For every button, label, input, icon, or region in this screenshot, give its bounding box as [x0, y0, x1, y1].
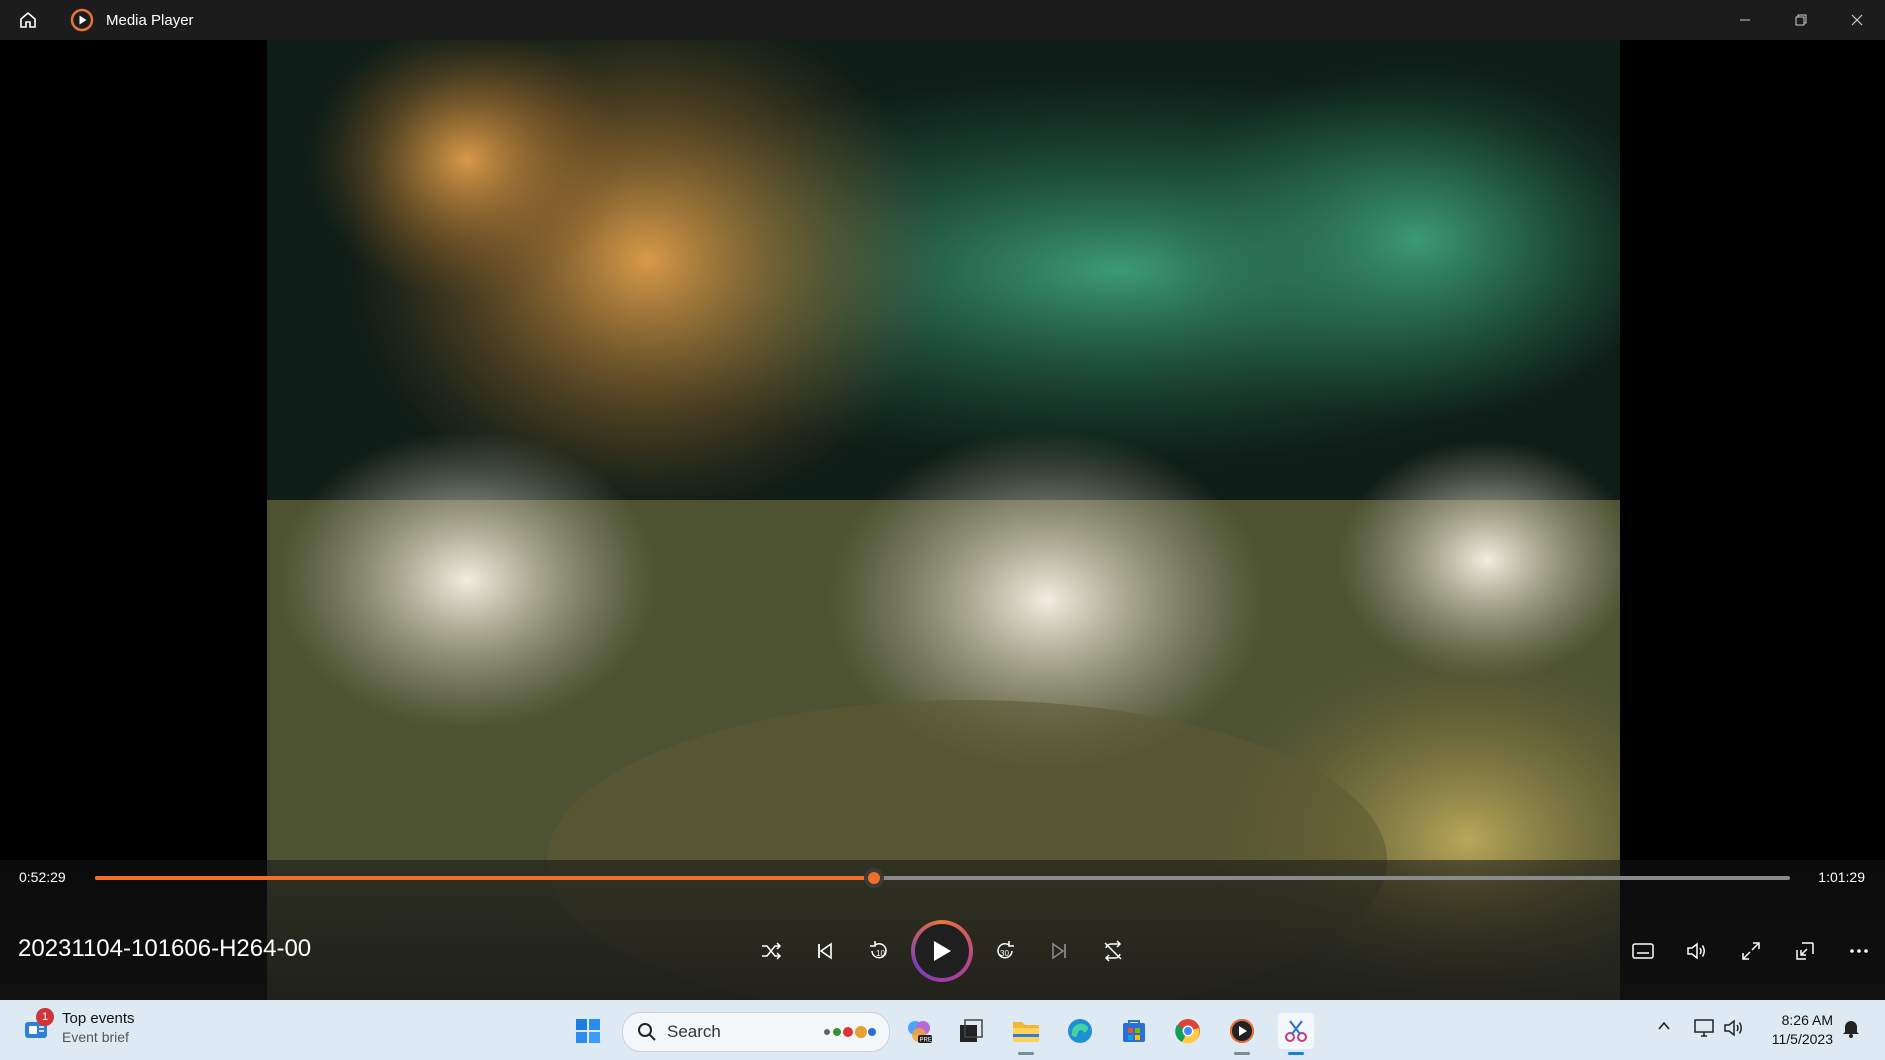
- mini-player-icon[interactable]: [1785, 931, 1825, 971]
- clock-date: 11/5/2023: [1771, 1031, 1833, 1047]
- current-time: 0:52:29: [19, 869, 66, 885]
- widget-title: Top events: [62, 1010, 135, 1027]
- close-icon[interactable]: [1829, 0, 1885, 40]
- file-explorer-running-indicator: [1018, 1052, 1034, 1055]
- svg-text:10: 10: [876, 949, 885, 958]
- snipping-tool-active-indicator: [1288, 1052, 1304, 1055]
- play-button[interactable]: [911, 920, 973, 982]
- title-bar: Media Player: [0, 0, 1885, 40]
- media-title: 20231104-101606-H264-00: [18, 935, 312, 962]
- next-icon[interactable]: [1039, 931, 1079, 971]
- media-player-icon[interactable]: [1224, 1013, 1260, 1049]
- taskbar: [0, 1000, 1885, 1060]
- chrome-icon[interactable]: [1170, 1013, 1206, 1049]
- volume-icon[interactable]: [1677, 931, 1717, 971]
- window-title: Media Player: [106, 11, 194, 29]
- notification-badge: 1: [36, 1008, 54, 1026]
- repeat-off-icon[interactable]: [1093, 931, 1133, 971]
- copilot-icon[interactable]: PRE: [901, 1013, 937, 1049]
- seek-bar[interactable]: [95, 868, 1790, 888]
- widget-subtitle: Event brief: [62, 1029, 129, 1045]
- chevron-up-icon[interactable]: [1656, 1018, 1672, 1039]
- media-player-running-indicator: [1234, 1052, 1250, 1055]
- system-clock[interactable]: 8:26 AM 11/5/2023: [1772, 1011, 1833, 1049]
- video-area[interactable]: [0, 40, 1885, 1000]
- video-scene-image: [267, 40, 1620, 1000]
- search-highlight-icon: [819, 1023, 879, 1041]
- search-input[interactable]: Search: [622, 1012, 890, 1052]
- clock-time: 8:26 AM: [1781, 1012, 1833, 1028]
- previous-icon[interactable]: [805, 931, 845, 971]
- search-placeholder: Search: [667, 1022, 721, 1041]
- task-view-icon[interactable]: [953, 1013, 989, 1049]
- store-icon[interactable]: [1116, 1013, 1152, 1049]
- snipping-tool-icon[interactable]: [1278, 1013, 1314, 1049]
- seek-bar-progress: [95, 876, 875, 880]
- file-explorer-icon[interactable]: [1008, 1013, 1044, 1049]
- edge-icon[interactable]: [1062, 1013, 1098, 1049]
- news-widget-icon: 1: [22, 1008, 54, 1042]
- svg-text:PRE: PRE: [920, 1038, 932, 1044]
- total-time: 1:01:29: [1818, 869, 1865, 885]
- media-player-icon: [70, 8, 94, 32]
- more-options-icon[interactable]: [1839, 931, 1879, 971]
- home-icon[interactable]: [0, 0, 56, 40]
- network-icon[interactable]: [1693, 1018, 1715, 1043]
- windows-start-icon[interactable]: [570, 1013, 606, 1049]
- notification-bell-icon[interactable]: [1842, 1018, 1860, 1043]
- captions-icon[interactable]: [1623, 931, 1663, 971]
- rewind-10-icon[interactable]: 10: [859, 931, 899, 971]
- minimize-icon[interactable]: [1717, 0, 1773, 40]
- speaker-icon[interactable]: [1723, 1018, 1745, 1043]
- search-icon: [637, 1022, 657, 1042]
- forward-30-icon[interactable]: 30: [985, 931, 1025, 971]
- restore-icon[interactable]: [1773, 0, 1829, 40]
- video-frame[interactable]: [267, 40, 1620, 1000]
- play-icon[interactable]: [915, 924, 969, 978]
- fullscreen-icon[interactable]: [1731, 931, 1771, 971]
- shuffle-icon[interactable]: [751, 931, 791, 971]
- svg-text:30: 30: [1000, 949, 1009, 958]
- widgets-button[interactable]: 1 Top events Event brief: [22, 1008, 135, 1046]
